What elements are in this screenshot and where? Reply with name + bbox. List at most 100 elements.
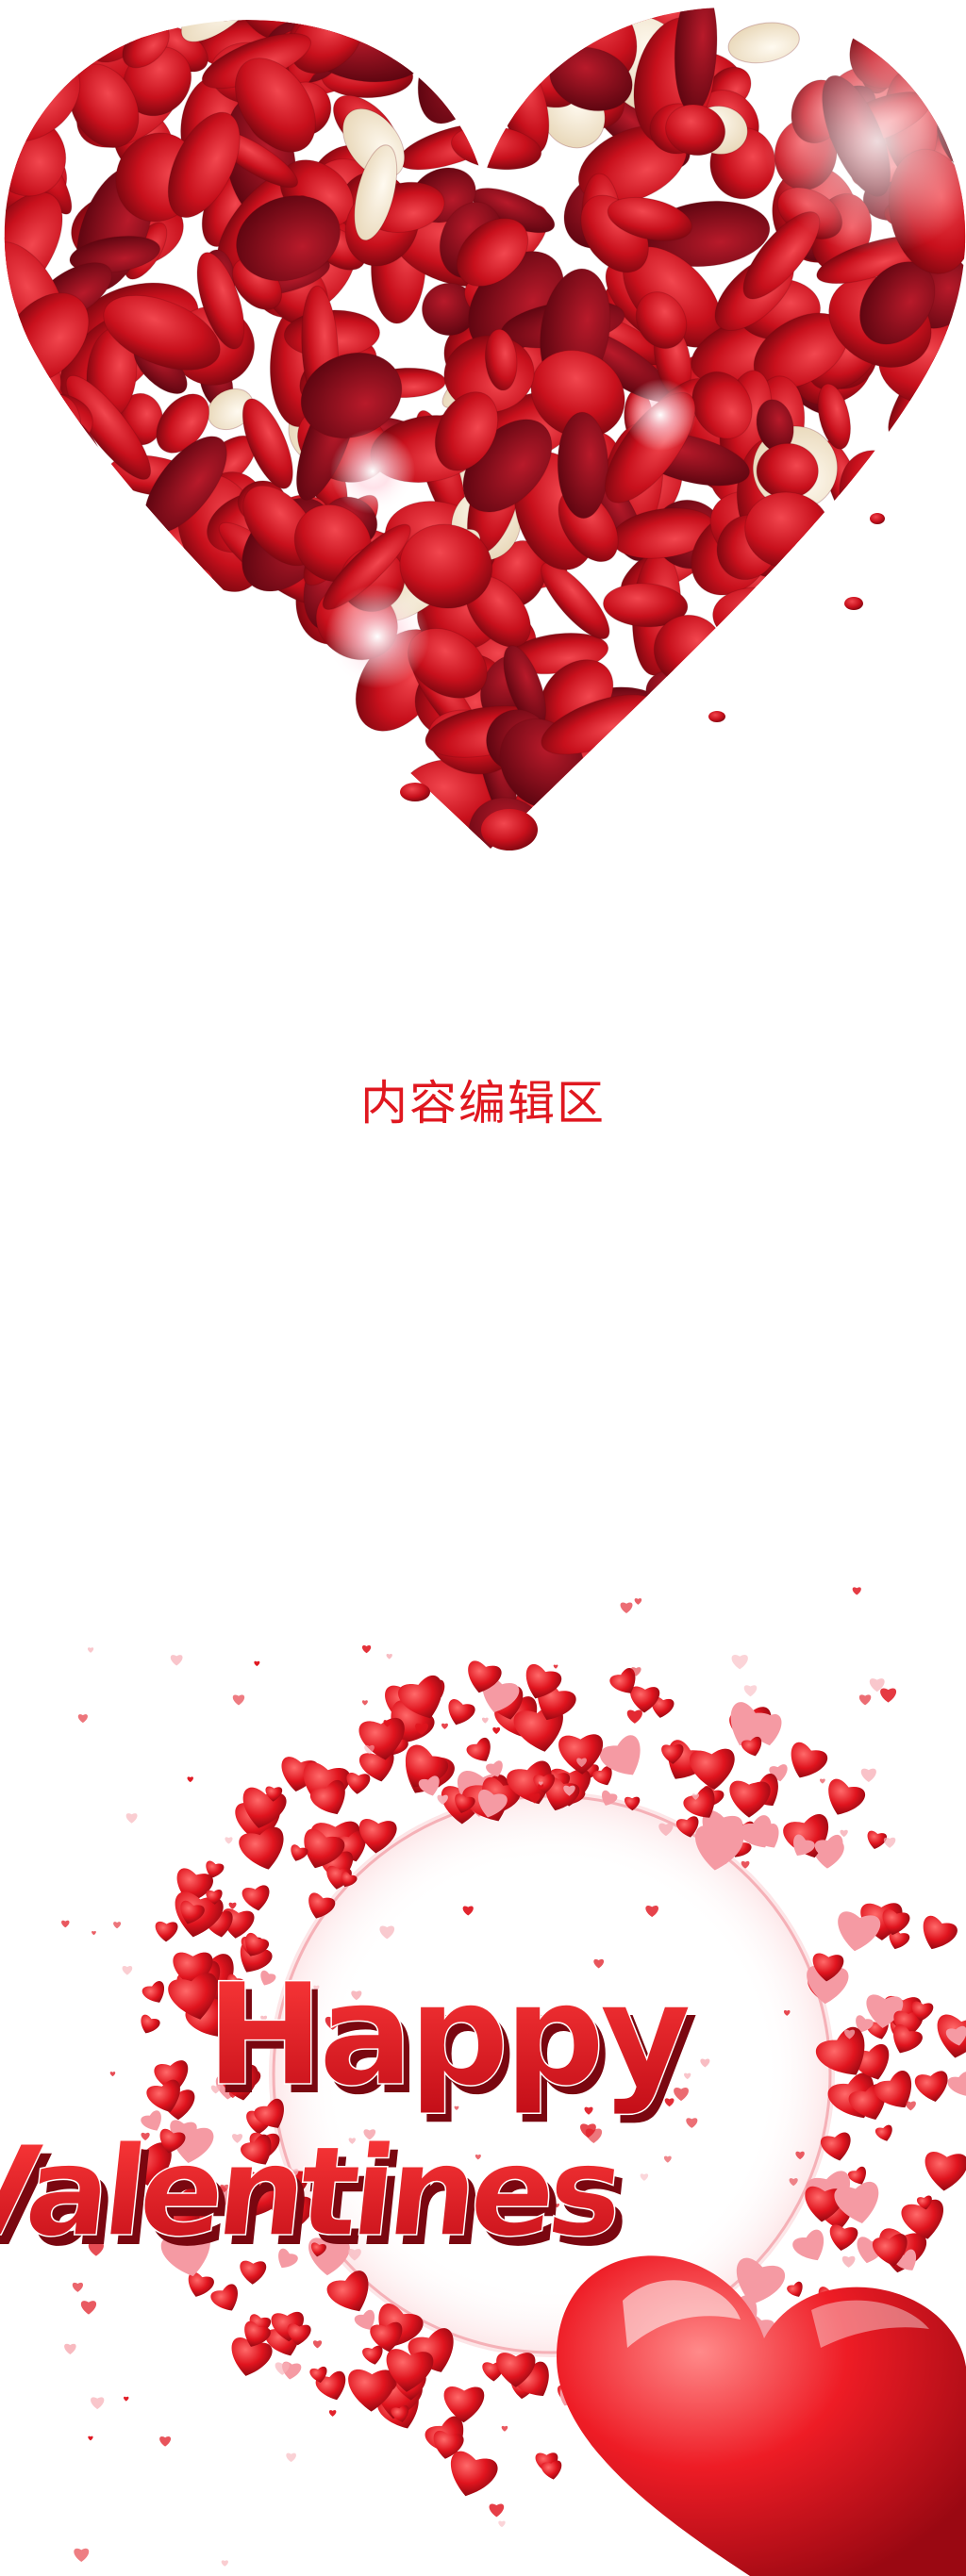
scatter-heart bbox=[386, 1653, 392, 1660]
rose-petal-heart bbox=[0, 0, 966, 867]
scatter-heart bbox=[852, 1587, 861, 1595]
ring-heart bbox=[188, 2271, 214, 2297]
rose-petal bbox=[217, 703, 256, 760]
scatter-heart bbox=[221, 2560, 228, 2567]
scatter-heart bbox=[159, 2436, 172, 2447]
rose-petal bbox=[668, 731, 760, 830]
loose-petal bbox=[481, 809, 538, 850]
loose-petal bbox=[844, 597, 863, 610]
scatter-heart bbox=[91, 2397, 105, 2410]
rose-petal bbox=[906, 686, 966, 753]
ring-heart bbox=[155, 1921, 178, 1942]
rose-petal bbox=[880, 707, 966, 774]
scatter-heart bbox=[626, 1709, 642, 1724]
scatter-heart bbox=[361, 1700, 368, 1706]
rose-petal bbox=[405, 7, 475, 41]
rose-petal bbox=[57, 723, 142, 840]
ring-heart bbox=[450, 2451, 498, 2497]
ring-heart bbox=[924, 2152, 966, 2191]
rose-petal bbox=[597, 772, 653, 849]
rose-petal bbox=[4, 488, 52, 545]
loose-petal bbox=[400, 783, 430, 801]
rose-petal bbox=[844, 751, 920, 815]
rose-petal bbox=[706, 780, 809, 850]
rose-petal bbox=[765, 611, 817, 691]
rose-petal bbox=[678, 796, 744, 850]
rose-petal bbox=[77, 603, 132, 710]
scatter-heart bbox=[125, 1813, 138, 1824]
rose-petal bbox=[61, 707, 178, 767]
rose-petal bbox=[671, 710, 733, 833]
rose-petal bbox=[550, 804, 681, 850]
scatter-heart bbox=[254, 1660, 260, 1667]
rose-petal bbox=[852, 660, 962, 715]
title-valentines: Valentines bbox=[0, 2120, 625, 2265]
rose-petal bbox=[779, 603, 883, 665]
ring-heart bbox=[466, 1738, 491, 1761]
rose-petal bbox=[832, 533, 920, 618]
content-edit-area[interactable]: 内容编辑区 bbox=[0, 1047, 966, 1160]
scatter-heart bbox=[731, 1655, 748, 1670]
ring-heart bbox=[210, 2284, 238, 2311]
scatter-heart bbox=[77, 1714, 88, 1724]
rose-petal bbox=[492, 7, 557, 52]
loose-petal bbox=[870, 513, 885, 524]
rose-petal bbox=[480, 7, 603, 32]
ring-heart bbox=[792, 2229, 824, 2261]
rose-petal bbox=[710, 761, 756, 843]
rose-petal bbox=[417, 8, 494, 124]
scatter-heart bbox=[113, 1922, 122, 1929]
rose-petal bbox=[190, 743, 242, 804]
scatter-heart bbox=[187, 1776, 193, 1783]
rose-petal bbox=[25, 769, 102, 850]
rose-petal bbox=[803, 539, 904, 591]
rose-petal bbox=[919, 503, 966, 589]
ring-heart bbox=[541, 2460, 562, 2480]
rose-petal bbox=[4, 798, 61, 850]
scatter-heart bbox=[232, 1694, 245, 1706]
ring-heart bbox=[923, 1915, 958, 1950]
rose-petal bbox=[879, 718, 954, 783]
rose-petal bbox=[724, 678, 841, 747]
rose-petal bbox=[342, 7, 408, 23]
rose-petal bbox=[282, 743, 371, 836]
ring-heart bbox=[791, 1742, 828, 1778]
rose-petal bbox=[23, 602, 61, 735]
scatter-heart bbox=[361, 1645, 372, 1654]
scatter-heart bbox=[170, 1655, 183, 1666]
scatter-heart bbox=[489, 2503, 505, 2518]
rose-petal bbox=[669, 721, 774, 752]
ring-heart bbox=[448, 1699, 475, 1726]
ring-heart bbox=[828, 1778, 865, 1815]
ring-heart bbox=[729, 1780, 771, 1818]
scatter-heart bbox=[80, 2301, 97, 2315]
rose-petal bbox=[285, 751, 345, 807]
rose-petal bbox=[4, 467, 55, 553]
rose-petal bbox=[41, 815, 87, 850]
rose-petal bbox=[826, 586, 878, 639]
scatter-heart bbox=[312, 2340, 323, 2349]
happy-valentines-title: Happy Happy Valentines Valentines bbox=[0, 1953, 703, 2274]
rose-petal bbox=[592, 766, 651, 829]
rose-petal bbox=[214, 738, 324, 850]
scatter-heart bbox=[61, 1920, 70, 1928]
rose-petal bbox=[4, 501, 25, 552]
scatter-heart bbox=[228, 1902, 237, 1909]
rose-petal bbox=[219, 702, 283, 805]
ring-heart bbox=[346, 1773, 371, 1794]
scatter-heart bbox=[840, 1829, 848, 1838]
rose-petal bbox=[586, 796, 709, 835]
scatter-heart bbox=[553, 1664, 558, 1669]
rose-petal bbox=[110, 734, 202, 791]
ring-heart bbox=[242, 1885, 270, 1911]
rose-petal bbox=[740, 718, 774, 773]
ring-heart bbox=[838, 1911, 881, 1952]
scatter-heart bbox=[860, 1768, 876, 1782]
big-glossy-heart bbox=[557, 2255, 966, 2576]
ring-heart bbox=[141, 2014, 160, 2034]
ring-heart bbox=[874, 2124, 892, 2141]
rose-petal bbox=[142, 676, 212, 750]
scatter-heart bbox=[122, 1966, 133, 1975]
rose-petal bbox=[91, 682, 167, 772]
rose-petal bbox=[35, 598, 113, 660]
